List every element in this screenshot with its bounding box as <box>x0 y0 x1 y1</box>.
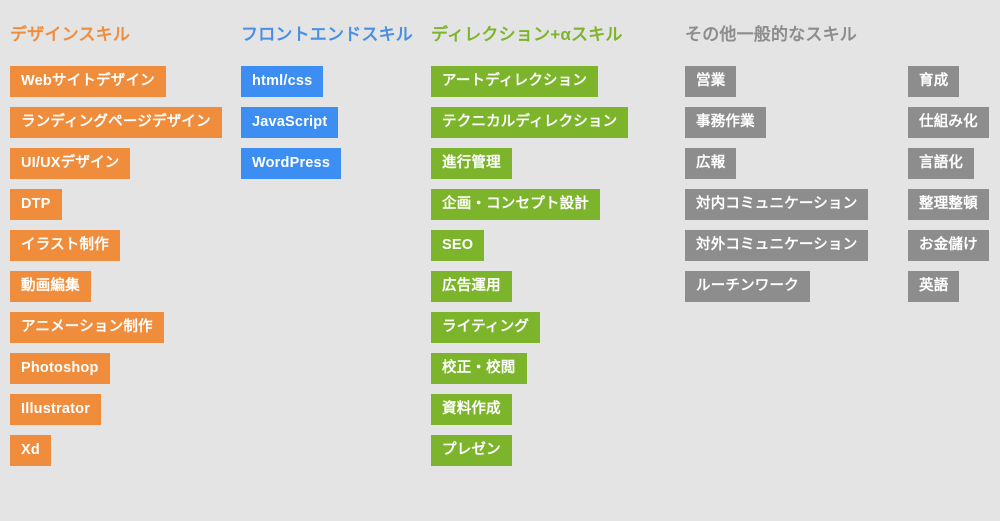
skill-tag[interactable]: 広報 <box>685 148 737 179</box>
skill-tag[interactable]: WordPress <box>241 148 342 179</box>
tag-row: 整理整頓 <box>908 189 989 230</box>
skill-tag[interactable]: Webサイトデザイン <box>10 66 166 97</box>
tag-stack-frontend: html/css JavaScript WordPress <box>241 66 342 189</box>
tag-row: 英語 <box>908 271 989 312</box>
skill-tag[interactable]: 進行管理 <box>431 148 512 179</box>
tag-row: Photoshop <box>10 353 222 394</box>
tag-stack-general-a: 営業 事務作業 広報 対内コミュニケーション 対外コミュニケーション ルーチンワ… <box>685 66 869 312</box>
skills-board: デザインスキル Webサイトデザイン ランディングページデザイン UI/UXデザ… <box>0 0 1000 521</box>
tag-row: プレゼン <box>431 435 628 476</box>
column-heading-direction: ディレクション+αスキル <box>431 25 623 44</box>
skill-tag[interactable]: 育成 <box>908 66 960 97</box>
tag-row: 資料作成 <box>431 394 628 435</box>
tag-row: 対外コミュニケーション <box>685 230 869 271</box>
tag-row: html/css <box>241 66 341 107</box>
skill-tag[interactable]: アニメーション制作 <box>10 312 164 343</box>
tag-row: 動画編集 <box>10 271 222 312</box>
skill-tag[interactable]: ランディングページデザイン <box>10 107 222 138</box>
skill-tag[interactable]: 整理整頓 <box>908 189 989 220</box>
skill-tag[interactable]: 事務作業 <box>685 107 766 138</box>
skill-tag[interactable]: テクニカルディレクション <box>431 107 629 138</box>
tag-row: アートディレクション <box>431 66 628 107</box>
tag-row: DTP <box>10 189 222 230</box>
skill-tag[interactable]: 営業 <box>685 66 737 97</box>
column-heading-wrap-direction: ディレクション+αスキル <box>431 25 623 45</box>
skill-tag[interactable]: 言語化 <box>908 148 975 179</box>
skill-tag[interactable]: Illustrator <box>10 394 102 425</box>
skill-tag[interactable]: DTP <box>10 189 62 220</box>
tag-row: JavaScript <box>241 107 341 148</box>
tag-row: 広告運用 <box>431 271 628 312</box>
tag-row: 広報 <box>685 148 868 189</box>
skill-tag[interactable]: 仕組み化 <box>908 107 989 138</box>
tag-row: 進行管理 <box>431 148 628 189</box>
tag-row: 営業 <box>685 66 868 107</box>
skill-tag[interactable]: アートディレクション <box>431 66 599 97</box>
column-heading-wrap-design: デザインスキル <box>10 25 130 45</box>
skill-tag[interactable]: html/css <box>241 66 324 97</box>
tag-row: イラスト制作 <box>10 230 222 271</box>
tag-row: WordPress <box>241 148 342 189</box>
column-heading-wrap-general: その他一般的なスキル <box>685 25 857 45</box>
skill-tag[interactable]: ルーチンワーク <box>685 271 810 302</box>
tag-row: 事務作業 <box>685 107 868 148</box>
tag-row: Illustrator <box>10 394 222 435</box>
skill-tag[interactable]: UI/UXデザイン <box>10 148 131 179</box>
skill-tag[interactable]: イラスト制作 <box>10 230 120 261</box>
column-heading-wrap-frontend: フロントエンドスキル <box>241 25 413 45</box>
tag-row: テクニカルディレクション <box>431 107 629 148</box>
tag-row: ライティング <box>431 312 628 353</box>
tag-row: 育成 <box>908 66 989 107</box>
skill-tag[interactable]: SEO <box>431 230 485 261</box>
skill-tag[interactable]: 対内コミュニケーション <box>685 189 869 220</box>
skill-tag[interactable]: 資料作成 <box>431 394 512 425</box>
tag-row: 言語化 <box>908 148 989 189</box>
skill-tag[interactable]: 動画編集 <box>10 271 91 302</box>
tag-row: 校正・校閲 <box>431 353 628 394</box>
tag-stack-design: Webサイトデザイン ランディングページデザイン UI/UXデザイン DTP イ… <box>10 66 222 476</box>
skill-tag[interactable]: お金儲け <box>908 230 989 261</box>
tag-row: ルーチンワーク <box>685 271 868 312</box>
tag-stack-direction: アートディレクション テクニカルディレクション 進行管理 企画・コンセプト設計 … <box>431 66 629 476</box>
column-heading-frontend: フロントエンドスキル <box>241 25 413 44</box>
skill-tag[interactable]: 広告運用 <box>431 271 512 302</box>
tag-row: UI/UXデザイン <box>10 148 222 189</box>
column-heading-general: その他一般的なスキル <box>685 25 857 44</box>
tag-row: 仕組み化 <box>908 107 989 148</box>
tag-row: Webサイトデザイン <box>10 66 222 107</box>
tag-row: お金儲け <box>908 230 989 271</box>
skill-tag[interactable]: Photoshop <box>10 353 110 384</box>
tag-row: SEO <box>431 230 628 271</box>
tag-row: 企画・コンセプト設計 <box>431 189 628 230</box>
skill-tag[interactable]: 対外コミュニケーション <box>685 230 869 261</box>
tag-row: ランディングページデザイン <box>10 107 222 148</box>
tag-stack-general-b: 育成 仕組み化 言語化 整理整頓 お金儲け 英語 <box>908 66 989 312</box>
skill-tag[interactable]: 英語 <box>908 271 960 302</box>
skill-tag[interactable]: プレゼン <box>431 435 512 466</box>
skill-tag[interactable]: 校正・校閲 <box>431 353 527 384</box>
skill-tag[interactable]: JavaScript <box>241 107 339 138</box>
tag-row: アニメーション制作 <box>10 312 222 353</box>
tag-row: Xd <box>10 435 222 476</box>
tag-row: 対内コミュニケーション <box>685 189 869 230</box>
column-heading-design: デザインスキル <box>10 25 131 44</box>
skill-tag[interactable]: Xd <box>10 435 51 466</box>
skill-tag[interactable]: ライティング <box>431 312 541 343</box>
skill-tag[interactable]: 企画・コンセプト設計 <box>431 189 600 220</box>
